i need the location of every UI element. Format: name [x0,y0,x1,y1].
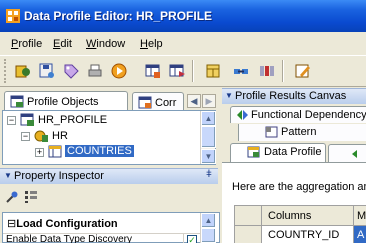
title-bar[interactable]: Data Profile Editor: HR_PROFILE [0,0,366,32]
table-export-icon[interactable] [168,62,186,80]
scroll-up-button[interactable]: ▲ [201,213,216,228]
profile-icon [20,113,34,126]
dependency-icon [352,150,357,158]
save-icon[interactable] [38,62,56,80]
scroll-down-button[interactable]: ▼ [201,149,216,164]
collapse-icon[interactable]: − [7,116,16,125]
tab-correction[interactable]: Corr [132,92,184,111]
tree-scrollbar[interactable]: ▲ ▼ [200,111,216,164]
collapse-panel-icon[interactable]: ▼ [225,91,233,100]
table-header-next[interactable]: M [354,206,366,226]
menu-edit[interactable]: Edit [53,38,72,50]
table-cell-column[interactable]: COUNTRY_ID [262,226,354,243]
table-header-index [235,206,262,226]
tab-scroll-right-button[interactable]: ▶ [202,94,216,108]
results-description: Here are the aggregation and [232,181,366,193]
scroll-thumb[interactable] [201,126,216,148]
columns-icon[interactable] [258,62,276,80]
edit-icon[interactable] [294,62,312,80]
table-icon [10,95,24,108]
results-table: Columns M COUNTRY_ID A [234,205,366,243]
property-scrollbar[interactable]: ▲ [200,213,216,243]
profile-objects-tree: − HR_PROFILE − HR + COUNTRIES [2,110,216,165]
tab-pattern[interactable]: Pattern [238,124,366,141]
data-profile-icon [247,146,260,158]
collapse-icon[interactable]: ⊟ [7,218,16,230]
table-header-columns[interactable]: Columns [262,206,354,226]
table-icon[interactable] [144,62,162,80]
results-content: Here are the aggregation and Columns M C… [222,162,366,243]
scroll-up-button[interactable]: ▲ [201,111,216,126]
table-row-index [235,226,262,243]
collapse-icon[interactable]: − [21,132,30,141]
profile-results-header[interactable]: ▼ Profile Results Canvas [222,88,366,104]
tab-profile-objects[interactable]: Profile Objects [4,91,128,111]
link-icon[interactable] [232,62,250,80]
property-section[interactable]: ⊟Load Configuration [7,217,118,230]
table-icon [48,145,62,158]
tab-data-profile[interactable]: Data Profile [230,143,326,162]
results-tab-area: Functional Dependency Pattern Data Profi… [222,105,366,162]
pattern-icon [265,126,278,138]
tab-scroll-left-button[interactable]: ◀ [187,94,201,108]
scroll-thumb[interactable] [201,228,216,243]
menu-window[interactable]: Window [86,38,125,50]
property-row: Enable Data Type Discovery [3,233,183,243]
data-object-icon[interactable] [204,62,222,80]
tab-next[interactable] [328,144,366,162]
enable-discovery-checkbox[interactable]: ✓ [187,235,197,243]
window-title: Data Profile Editor: HR_PROFILE [24,9,213,23]
run-icon[interactable] [110,62,128,80]
toolbar-separator [192,60,194,82]
categorize-icon[interactable] [24,190,38,204]
profile-icon[interactable] [14,62,32,80]
table-cell-selected[interactable]: A [354,226,366,243]
toolbar-grip[interactable] [4,59,7,83]
property-value-cell: ✓ [183,233,201,243]
menu-help[interactable]: Help [140,38,163,50]
menu-profile[interactable]: Profile [11,38,42,50]
property-inspector-title: Property Inspector [14,170,104,182]
profile-results-title: Profile Results Canvas [235,90,347,102]
property-inspector-header[interactable]: ▼ Property Inspector ǂ [0,168,218,184]
correction-icon [138,96,152,109]
tab-functional-dependency[interactable]: Functional Dependency [230,106,366,123]
module-icon [34,130,48,142]
expand-icon[interactable]: + [35,148,44,157]
wrench-icon[interactable] [5,190,19,204]
dependency-icon [237,110,248,120]
panel-menu-icon[interactable]: ǂ [206,169,212,180]
collapse-panel-icon[interactable]: ▼ [4,171,12,180]
app-icon [6,9,20,23]
tag-icon[interactable] [62,62,80,80]
print-icon[interactable] [86,62,104,80]
property-grid: ⊟Load Configuration Enable Data Type Dis… [2,212,220,243]
toolbar-separator-2 [282,60,284,82]
